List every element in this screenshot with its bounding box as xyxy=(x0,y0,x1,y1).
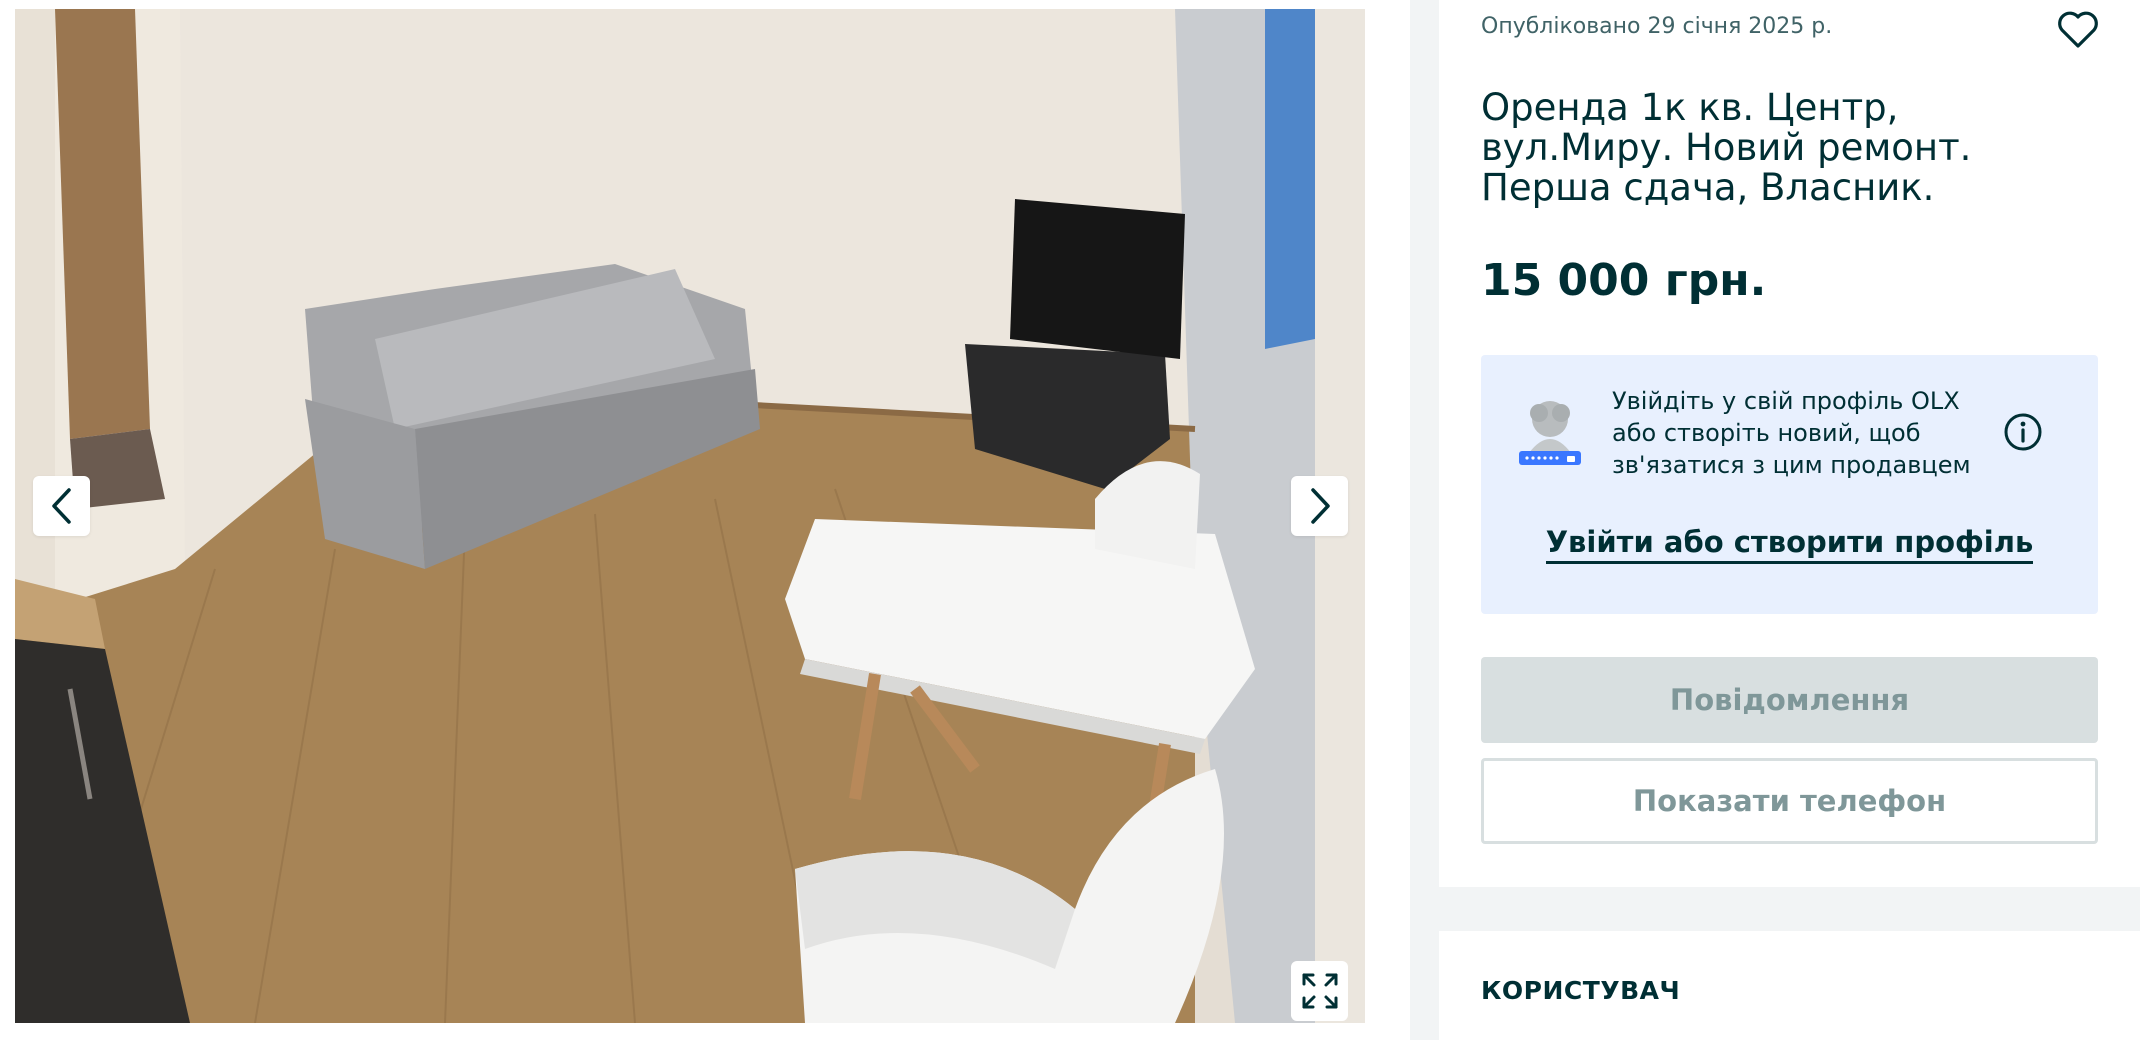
login-prompt-box: Увійдіть у свій профіль OLX або створіть… xyxy=(1481,355,2098,614)
user-section-heading: КОРИСТУВАЧ xyxy=(1481,976,1681,1005)
gallery-card xyxy=(0,0,1410,1040)
fullscreen-button[interactable] xyxy=(1291,961,1348,1021)
login-or-register-link-wrapper: Увійти або створити профіль xyxy=(1481,525,2098,564)
published-date: Опубліковано 29 січня 2025 р. xyxy=(1481,14,1833,39)
chevron-right-icon xyxy=(1310,488,1330,524)
favorite-button[interactable] xyxy=(2053,6,2103,54)
previous-photo-button[interactable] xyxy=(33,476,90,536)
next-photo-button[interactable] xyxy=(1291,476,1348,536)
info-icon[interactable] xyxy=(2003,412,2043,452)
apartment-photo-illustration xyxy=(15,9,1365,1023)
show-phone-button[interactable]: Показати телефон xyxy=(1481,758,2098,844)
user-card: КОРИСТУВАЧ xyxy=(1439,931,2140,1040)
ad-price: 15 000 грн. xyxy=(1481,255,1767,306)
login-prompt-text: Увійдіть у свій профіль OLX або створіть… xyxy=(1612,387,1971,479)
chevron-left-icon xyxy=(51,488,71,524)
login-or-register-link[interactable]: Увійти або створити профіль xyxy=(1545,525,2034,564)
locked-profile-icon xyxy=(1519,401,1581,465)
listing-photo[interactable] xyxy=(15,9,1365,1023)
message-button[interactable]: Повідомлення xyxy=(1481,657,2098,743)
ad-title: Оренда 1к кв. Центр, вул.Миру. Новий рем… xyxy=(1481,86,1972,209)
expand-icon xyxy=(1302,973,1337,1009)
heart-icon xyxy=(2058,11,2098,48)
ad-info-card: Опубліковано 29 січня 2025 р. Оренда 1к … xyxy=(1439,0,2140,887)
